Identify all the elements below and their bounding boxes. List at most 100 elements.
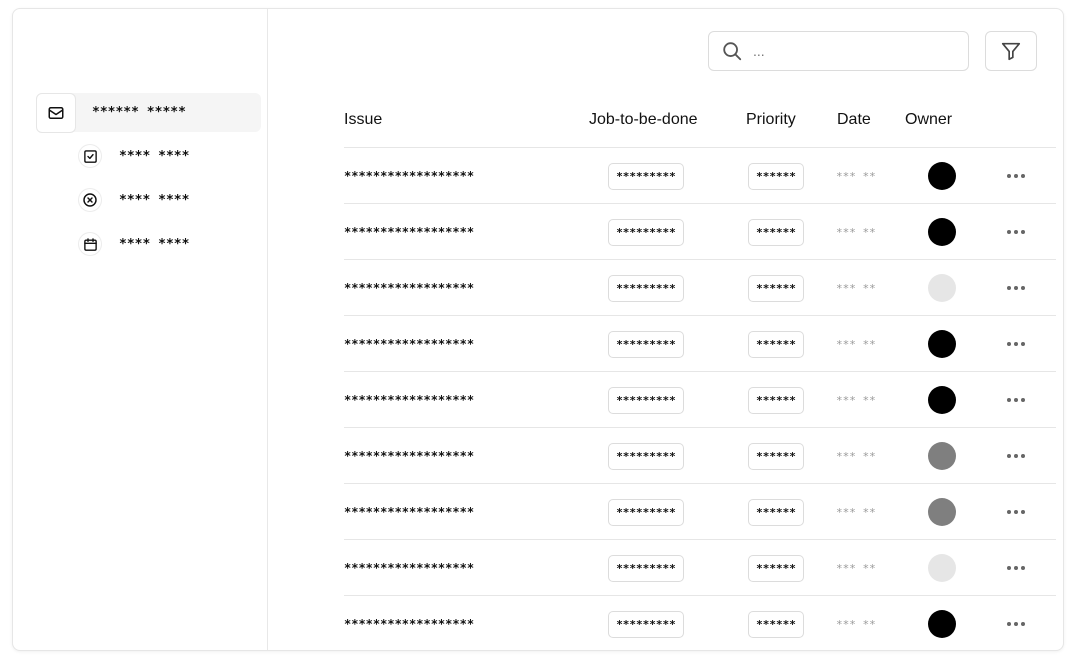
filter-icon <box>1000 40 1022 62</box>
table-header: Issue Job-to-be-done Priority Date Owner <box>344 93 1056 148</box>
priority-tag[interactable]: ****** <box>748 554 804 582</box>
owner-avatar[interactable] <box>928 498 956 526</box>
row-menu-button[interactable] <box>1004 316 1028 372</box>
more-horizontal-icon <box>1007 286 1025 290</box>
issue-title[interactable]: ****************** <box>344 316 474 372</box>
table-row[interactable]: ****************** ********* ****** *** … <box>344 540 1056 596</box>
sidebar-item-cancelled[interactable]: **** **** <box>79 180 259 220</box>
issue-title[interactable]: ****************** <box>344 260 474 316</box>
table-row[interactable]: ****************** ********* ****** *** … <box>344 372 1056 428</box>
job-tag[interactable]: ********* <box>608 274 684 302</box>
sidebar-item-mail[interactable]: ****** ***** <box>36 92 261 133</box>
owner-cell <box>928 260 956 316</box>
owner-cell <box>928 204 956 260</box>
owner-avatar[interactable] <box>928 554 956 582</box>
owner-cell <box>928 428 956 484</box>
sidebar-item-label: **** **** <box>119 192 190 208</box>
column-header-job[interactable]: Job-to-be-done <box>589 111 698 129</box>
job-tag[interactable]: ********* <box>608 554 684 582</box>
sidebar: ****** ***** **** **** **** **** **** **… <box>13 9 268 650</box>
date-value: *** ** <box>836 617 876 631</box>
table-row[interactable]: ****************** ********* ****** *** … <box>344 260 1056 316</box>
owner-avatar[interactable] <box>928 274 956 302</box>
row-menu-button[interactable] <box>1004 540 1028 596</box>
issue-title[interactable]: ****************** <box>344 372 474 428</box>
search-box[interactable] <box>708 31 969 71</box>
job-cell: ********* <box>608 484 684 540</box>
row-menu-button[interactable] <box>1004 596 1028 650</box>
sidebar-item-label: ****** ***** <box>92 105 186 120</box>
owner-cell <box>928 484 956 540</box>
issues-table: Issue Job-to-be-done Priority Date Owner… <box>344 93 1056 650</box>
table-row[interactable]: ****************** ********* ****** *** … <box>344 596 1056 650</box>
job-tag[interactable]: ********* <box>608 218 684 246</box>
table-row[interactable]: ****************** ********* ****** *** … <box>344 148 1056 204</box>
row-menu-button[interactable] <box>1004 260 1028 316</box>
row-menu-button[interactable] <box>1004 148 1028 204</box>
column-header-priority[interactable]: Priority <box>746 111 796 129</box>
job-tag[interactable]: ********* <box>608 330 684 358</box>
sidebar-item-tasks[interactable]: **** **** <box>79 136 259 176</box>
search-icon <box>721 40 743 62</box>
job-cell: ********* <box>608 596 684 650</box>
job-cell: ********* <box>608 316 684 372</box>
job-tag[interactable]: ********* <box>608 610 684 638</box>
date-value: *** ** <box>836 225 876 239</box>
priority-tag[interactable]: ****** <box>748 274 804 302</box>
more-horizontal-icon <box>1007 398 1025 402</box>
column-header-date[interactable]: Date <box>837 111 871 129</box>
job-cell: ********* <box>608 204 684 260</box>
filter-button[interactable] <box>985 31 1037 71</box>
issue-title[interactable]: ****************** <box>344 428 474 484</box>
job-cell: ********* <box>608 148 684 204</box>
job-tag[interactable]: ********* <box>608 498 684 526</box>
priority-tag[interactable]: ****** <box>748 610 804 638</box>
table-row[interactable]: ****************** ********* ****** *** … <box>344 484 1056 540</box>
priority-tag[interactable]: ****** <box>748 162 804 190</box>
sidebar-item-calendar[interactable]: **** **** <box>79 224 259 264</box>
issue-title[interactable]: ****************** <box>344 204 474 260</box>
issue-title[interactable]: ****************** <box>344 596 474 650</box>
priority-tag[interactable]: ****** <box>748 498 804 526</box>
row-menu-button[interactable] <box>1004 204 1028 260</box>
table-row[interactable]: ****************** ********* ****** *** … <box>344 316 1056 372</box>
date-value: *** ** <box>836 393 876 407</box>
owner-avatar[interactable] <box>928 330 956 358</box>
search-input[interactable] <box>753 43 953 59</box>
job-tag[interactable]: ********* <box>608 162 684 190</box>
more-horizontal-icon <box>1007 174 1025 178</box>
priority-tag[interactable]: ****** <box>748 386 804 414</box>
column-header-issue[interactable]: Issue <box>344 111 382 129</box>
issue-title[interactable]: ****************** <box>344 484 474 540</box>
x-circle-icon <box>79 189 101 211</box>
date-value: *** ** <box>836 281 876 295</box>
priority-tag[interactable]: ****** <box>748 442 804 470</box>
owner-avatar[interactable] <box>928 610 956 638</box>
table-row[interactable]: ****************** ********* ****** *** … <box>344 204 1056 260</box>
column-header-owner[interactable]: Owner <box>905 111 952 129</box>
row-menu-button[interactable] <box>1004 428 1028 484</box>
owner-avatar[interactable] <box>928 442 956 470</box>
more-horizontal-icon <box>1007 566 1025 570</box>
table-row[interactable]: ****************** ********* ****** *** … <box>344 428 1056 484</box>
priority-tag[interactable]: ****** <box>748 218 804 246</box>
more-horizontal-icon <box>1007 342 1025 346</box>
owner-avatar[interactable] <box>928 386 956 414</box>
owner-avatar[interactable] <box>928 218 956 246</box>
date-value: *** ** <box>836 169 876 183</box>
priority-cell: ****** <box>748 148 804 204</box>
row-menu-button[interactable] <box>1004 372 1028 428</box>
more-horizontal-icon <box>1007 622 1025 626</box>
job-cell: ********* <box>608 428 684 484</box>
issue-title[interactable]: ****************** <box>344 540 474 596</box>
job-tag[interactable]: ********* <box>608 386 684 414</box>
job-tag[interactable]: ********* <box>608 442 684 470</box>
calendar-icon <box>79 233 101 255</box>
owner-avatar[interactable] <box>928 162 956 190</box>
priority-tag[interactable]: ****** <box>748 330 804 358</box>
issue-title[interactable]: ****************** <box>344 148 474 204</box>
row-menu-button[interactable] <box>1004 484 1028 540</box>
priority-cell: ****** <box>748 372 804 428</box>
check-square-icon <box>79 145 101 167</box>
priority-cell: ****** <box>748 316 804 372</box>
